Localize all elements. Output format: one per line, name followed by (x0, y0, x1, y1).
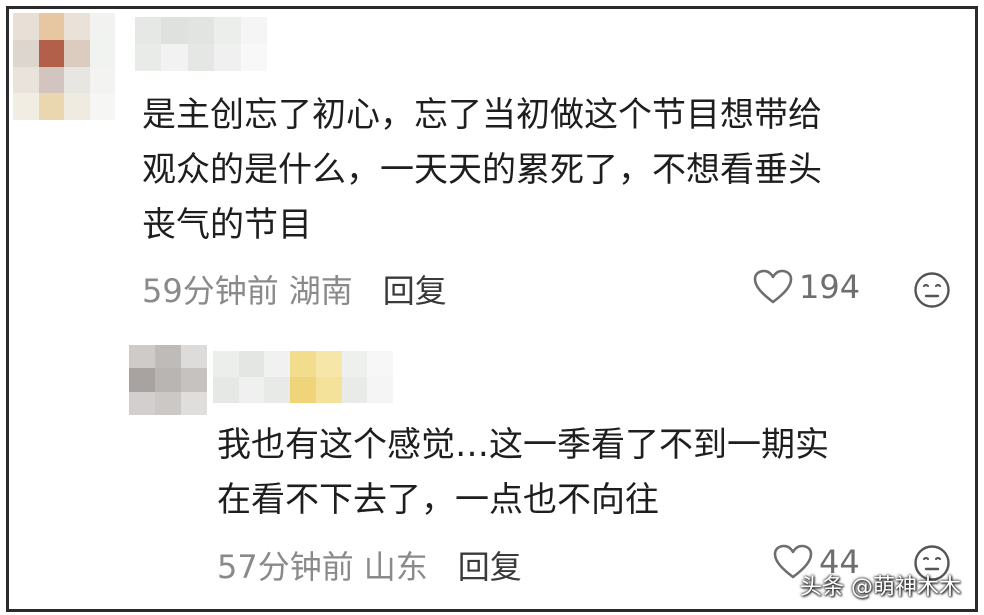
comment-2-location: 山东 (363, 548, 428, 586)
neutral-face-icon (913, 271, 951, 309)
comment-1-reply-button[interactable]: 回复 (383, 271, 447, 311)
comment-2-meta: 57分钟前 山东 回复 (217, 547, 522, 587)
comment-1-like-count: 194 (799, 268, 861, 306)
username-1-pixelated[interactable] (135, 17, 267, 71)
avatar-1-pixelated[interactable] (13, 13, 115, 120)
comment-2-time: 57分钟前 (217, 548, 354, 586)
comment-1-like-button[interactable]: 194 (753, 267, 860, 307)
comment-1-location: 湖南 (288, 272, 353, 310)
comment-1-meta: 59分钟前 湖南 回复 (142, 271, 447, 311)
comment-1-text: 是主创忘了初心，忘了当初做这个节目想带给 观众的是什么，一天天的累死了，不想看垂… (142, 95, 822, 245)
heart-outline-icon (753, 269, 793, 305)
username-2-pixelated[interactable] (213, 351, 393, 403)
watermark: 头条 @萌神木木 (800, 575, 961, 600)
comment-2-text: 我也有这个感觉…这一季看了不到一期实 在看不下去了，一点也不向往 (217, 425, 829, 520)
comment-1-emoji-button[interactable] (913, 271, 951, 309)
avatar-2-pixelated[interactable] (129, 345, 207, 415)
comment-screenshot-frame: 是主创忘了初心，忘了当初做这个节目想带给 观众的是什么，一天天的累死了，不想看垂… (6, 6, 978, 612)
comment-2-reply-button[interactable]: 回复 (458, 547, 522, 587)
comment-1-time: 59分钟前 (142, 272, 279, 310)
